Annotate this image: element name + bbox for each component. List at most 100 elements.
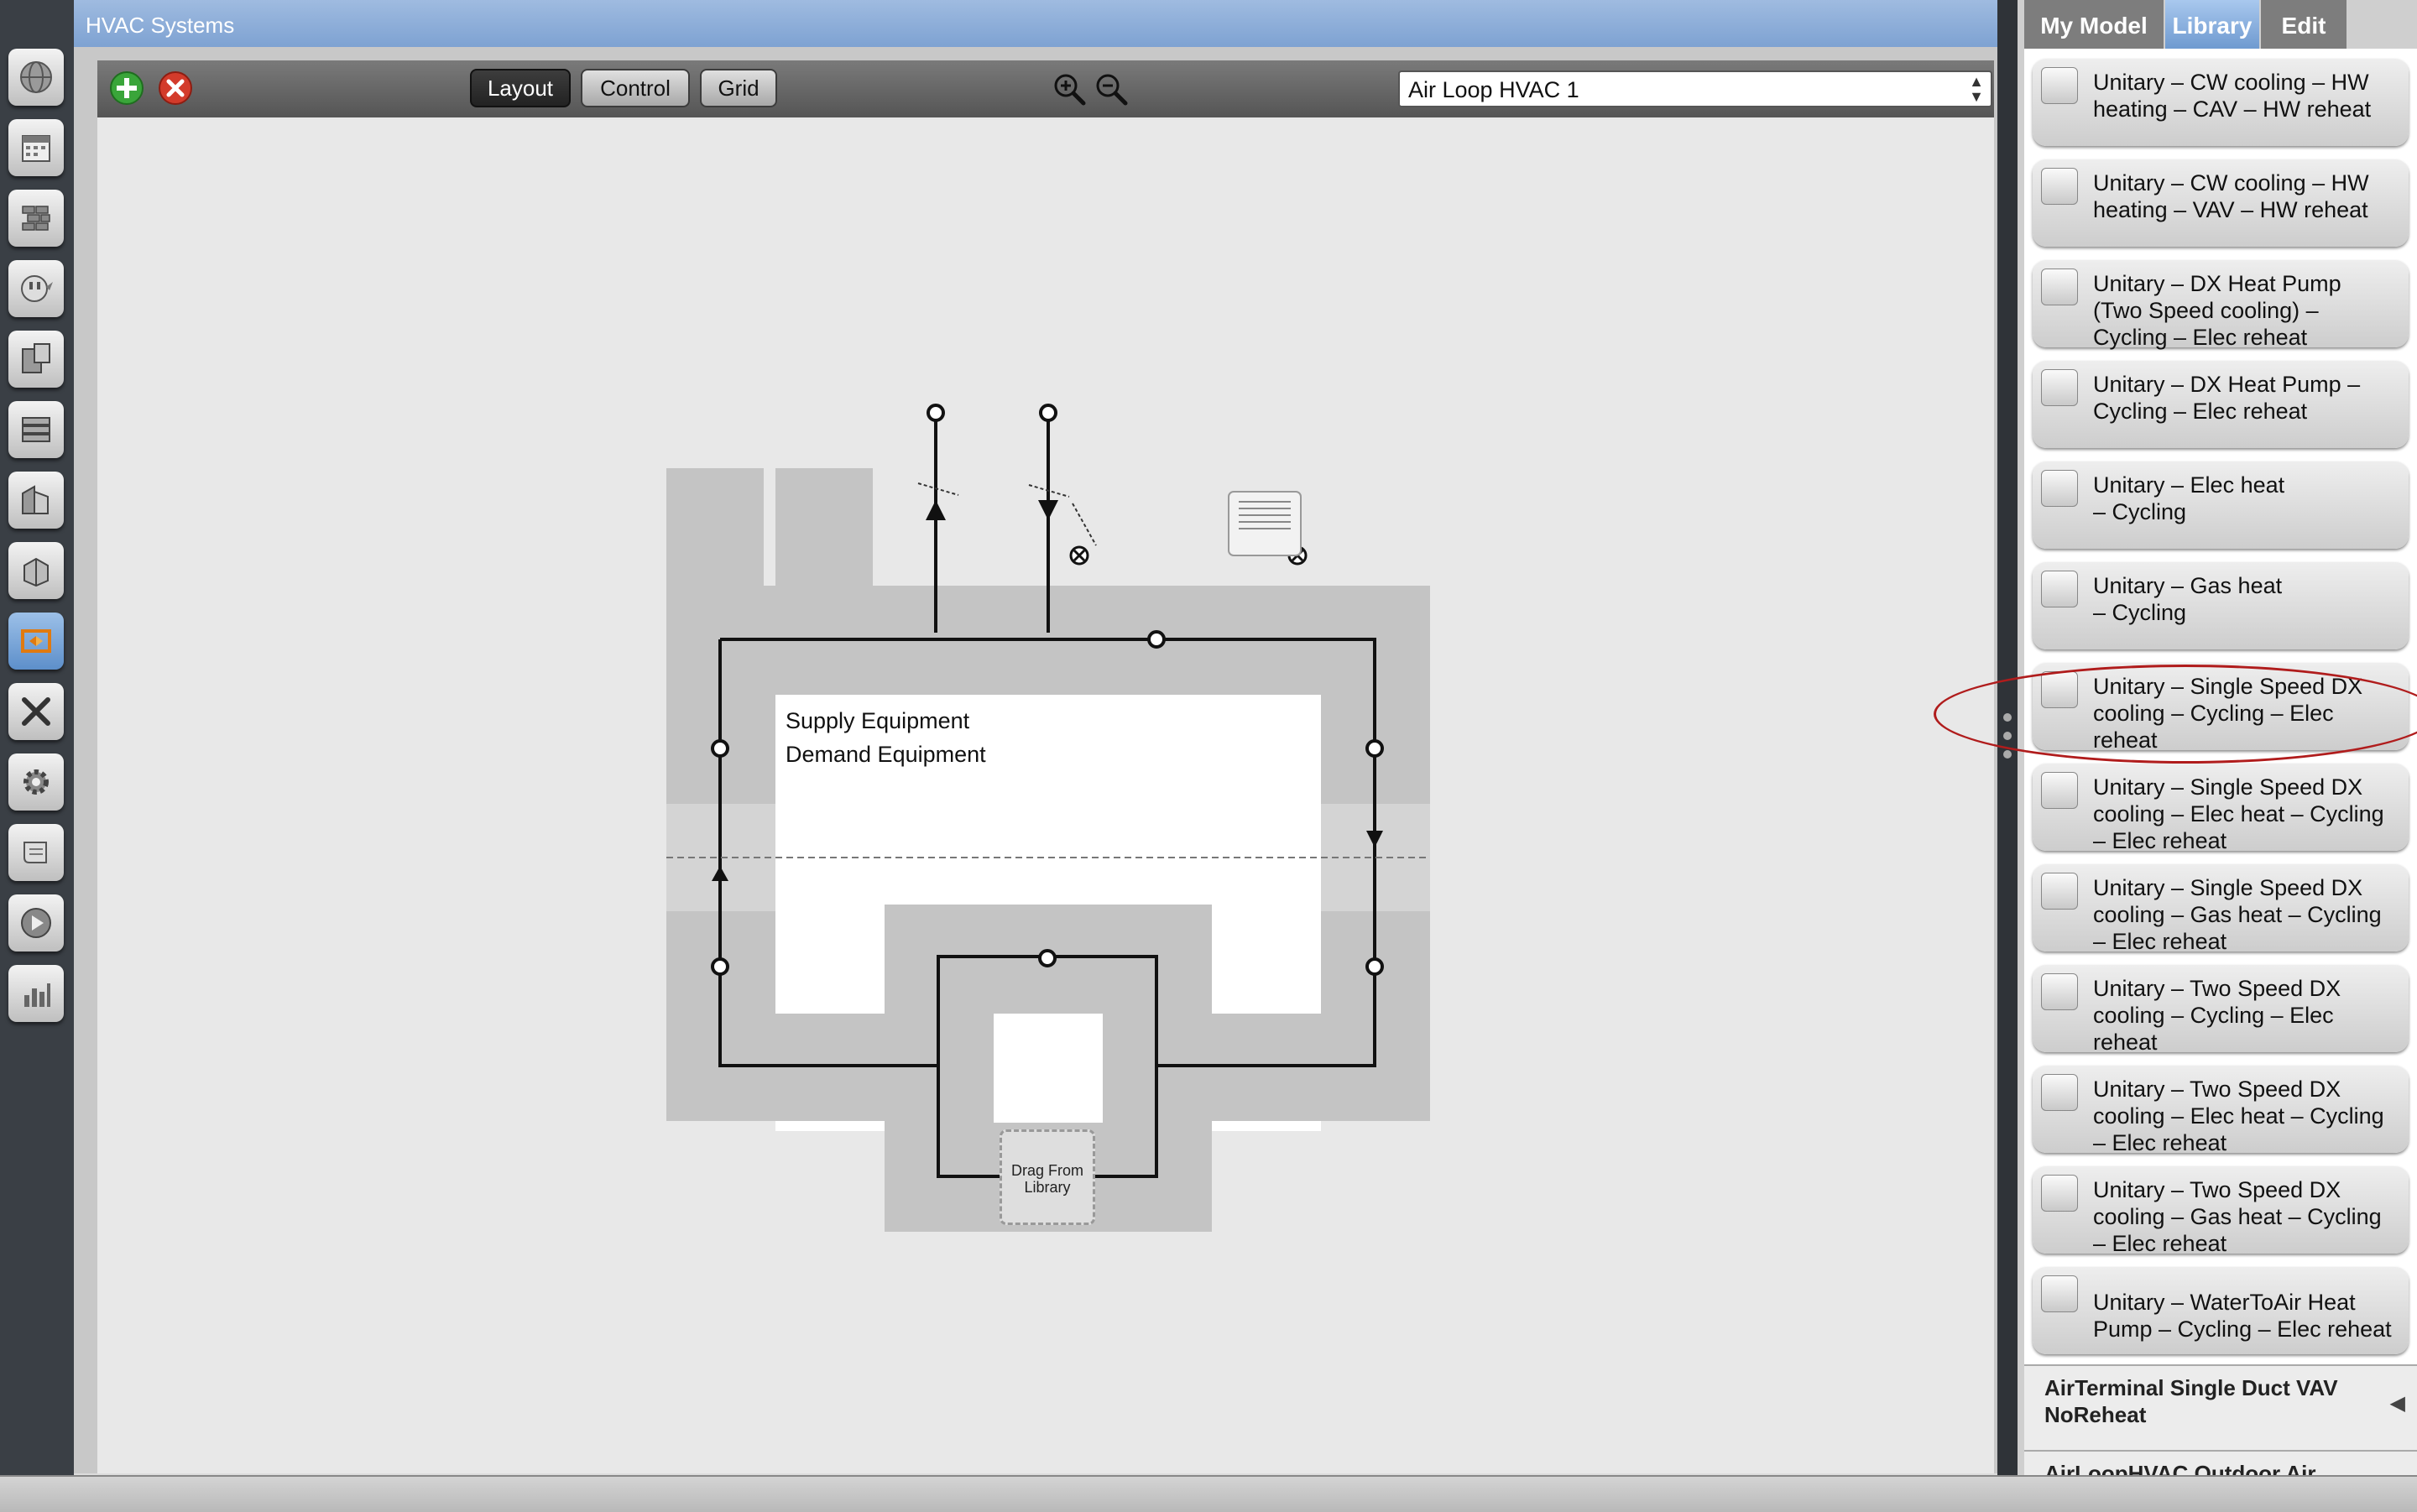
supply-equipment-label: Supply Equipment (786, 708, 970, 733)
library-item-label: Unitary – Gas heat – Cycling (2093, 573, 2283, 625)
library-item[interactable]: Unitary – Two Speed DX cooling – Cycling… (2033, 965, 2409, 1055)
library-item-label: Unitary – Two Speed DX cooling – Gas hea… (2093, 1177, 2382, 1256)
select-arrows-icon: ▲ ▼ (1969, 73, 1984, 105)
library-item-label: Unitary – Elec heat – Cycling (2093, 472, 2285, 524)
hvac-icon (21, 629, 51, 653)
library-item[interactable]: Unitary – DX Heat Pump – Cycling – Elec … (2033, 361, 2409, 448)
spaces-icon (23, 557, 49, 587)
library-item-icon (2041, 369, 2078, 406)
scripts-tool-button[interactable] (8, 824, 64, 881)
remove-icon (159, 71, 192, 105)
air-loop-diagram (666, 117, 1430, 1232)
layout-view-button[interactable]: Layout (470, 69, 571, 107)
library-section-outdoor-air[interactable]: AirLoopHVAC Outdoor Air (2024, 1450, 2417, 1475)
scripts-icon (23, 842, 47, 863)
spaces-tool-button[interactable] (8, 542, 64, 599)
globe-tool-button[interactable] (8, 49, 64, 106)
grid-view-button[interactable]: Grid (700, 69, 777, 107)
library-item[interactable]: Unitary – Single Speed DX cooling – Elec… (2033, 764, 2409, 853)
damper-lines (917, 482, 1097, 546)
geometry-tool-button[interactable] (8, 401, 64, 458)
collapse-arrow-icon: ◀ (2389, 1392, 2405, 1415)
remove-button[interactable] (158, 70, 193, 106)
library-section-label: AirTerminal Single Duct VAV NoReheat (2044, 1375, 2338, 1427)
zoom-out-button[interactable] (1094, 72, 1128, 106)
library-item[interactable]: Unitary – Two Speed DX cooling – Gas hea… (2033, 1166, 2409, 1256)
settings-icon (23, 769, 49, 795)
globe-icon (20, 61, 52, 93)
facility-icon (22, 485, 49, 514)
tab-my-model[interactable]: My Model (2024, 0, 2164, 49)
library-item-label: Unitary – WaterToAir Heat Pump – Cycling… (2093, 1290, 2392, 1342)
library-item[interactable]: Unitary – WaterToAir Heat Pump – Cycling… (2033, 1267, 2409, 1354)
constructions-icon (22, 206, 50, 231)
library-item-icon (2041, 772, 2078, 809)
calendar-icon (22, 135, 50, 162)
air-loop-select-value: Air Loop HVAC 1 (1408, 77, 1579, 102)
run-tool-button[interactable] (8, 894, 64, 952)
window-title: HVAC Systems (74, 0, 1997, 47)
library-item-label: Unitary – DX Heat Pump – Cycling – Elec … (2093, 372, 2361, 424)
left-toolbar (0, 0, 74, 1510)
facility-tool-button[interactable] (8, 472, 64, 529)
loads-icon (21, 275, 53, 302)
air-loop-select[interactable]: Air Loop HVAC 1 ▲ ▼ (1398, 70, 1992, 107)
add-button[interactable] (109, 70, 144, 106)
bottom-status-strip (0, 1475, 2417, 1512)
library-item-icon (2041, 168, 2078, 205)
loads-tool-button[interactable] (8, 260, 64, 317)
library-item[interactable]: Unitary – Single Speed DX cooling – Cycl… (2033, 663, 2409, 753)
measures-tool-button[interactable] (8, 683, 64, 740)
tab-edit[interactable]: Edit (2261, 0, 2347, 49)
library-item-icon (2041, 1175, 2078, 1212)
tab-library[interactable]: Library (2165, 0, 2259, 49)
splitter-grip-icon (2003, 750, 2012, 759)
library-item-icon (2041, 873, 2078, 910)
library-item[interactable]: Unitary – Two Speed DX cooling – Elec he… (2033, 1066, 2409, 1155)
results-tool-button[interactable] (8, 965, 64, 1022)
hvac-tool-button[interactable] (8, 613, 64, 670)
library-item[interactable]: Unitary – Single Speed DX cooling – Gas … (2033, 864, 2409, 954)
calendar-tool-button[interactable] (8, 119, 64, 176)
library-item-icon (2041, 1074, 2078, 1111)
unitary-unit-icon (1228, 491, 1302, 556)
settings-tool-button[interactable] (8, 753, 64, 811)
library-item-label: Unitary – CW cooling – HW heating – VAV … (2093, 170, 2369, 222)
library-item-icon (2041, 973, 2078, 1010)
run-icon (21, 908, 51, 938)
library-item[interactable]: Unitary – CW cooling – HW heating – CAV … (2033, 59, 2409, 146)
zoom-out-icon (1096, 74, 1128, 106)
control-view-button[interactable]: Control (581, 69, 690, 107)
library-item-label: Unitary – Single Speed DX cooling – Elec… (2093, 774, 2384, 853)
constructions-tool-button[interactable] (8, 190, 64, 247)
library-item[interactable]: Unitary – Gas heat – Cycling (2033, 562, 2409, 649)
space-types-tool-button[interactable] (8, 331, 64, 388)
library-item-icon (2041, 571, 2078, 607)
library-item-label: Unitary – Single Speed DX cooling – Cycl… (2093, 674, 2363, 753)
library-list: Unitary – CW cooling – HW heating – CAV … (2024, 49, 2417, 1475)
results-icon (24, 983, 50, 1007)
library-item-icon (2041, 1275, 2078, 1312)
library-section-airterminal[interactable]: AirTerminal Single Duct VAV NoReheat ◀ (2024, 1364, 2417, 1450)
library-item-icon (2041, 269, 2078, 305)
hvac-canvas[interactable]: Supply Equipment Demand Equipment (97, 117, 1994, 1473)
zoom-in-icon (1054, 74, 1086, 106)
splitter-grip-icon (2003, 732, 2012, 740)
measures-icon (22, 697, 50, 726)
geometry-icon (22, 417, 50, 442)
library-item[interactable]: Unitary – DX Heat Pump (Two Speed coolin… (2033, 260, 2409, 350)
drag-from-library-dropzone[interactable]: Drag From Library (1000, 1129, 1095, 1225)
library-item-label: Unitary – DX Heat Pump (Two Speed coolin… (2093, 271, 2341, 350)
library-item-icon (2041, 67, 2078, 104)
zoom-in-button[interactable] (1052, 72, 1086, 106)
library-item-label: Unitary – Two Speed DX cooling – Cycling… (2093, 976, 2341, 1055)
plus-icon (110, 71, 144, 105)
library-item[interactable]: Unitary – Elec heat – Cycling (2033, 461, 2409, 549)
space-types-icon (22, 343, 50, 373)
library-item-icon (2041, 671, 2078, 708)
library-item[interactable]: Unitary – CW cooling – HW heating – VAV … (2033, 159, 2409, 247)
demand-equipment-label: Demand Equipment (786, 742, 986, 767)
splitter-grip-icon (2003, 713, 2012, 722)
library-section-label: AirLoopHVAC Outdoor Air (2044, 1461, 2316, 1475)
library-item-icon (2041, 470, 2078, 507)
